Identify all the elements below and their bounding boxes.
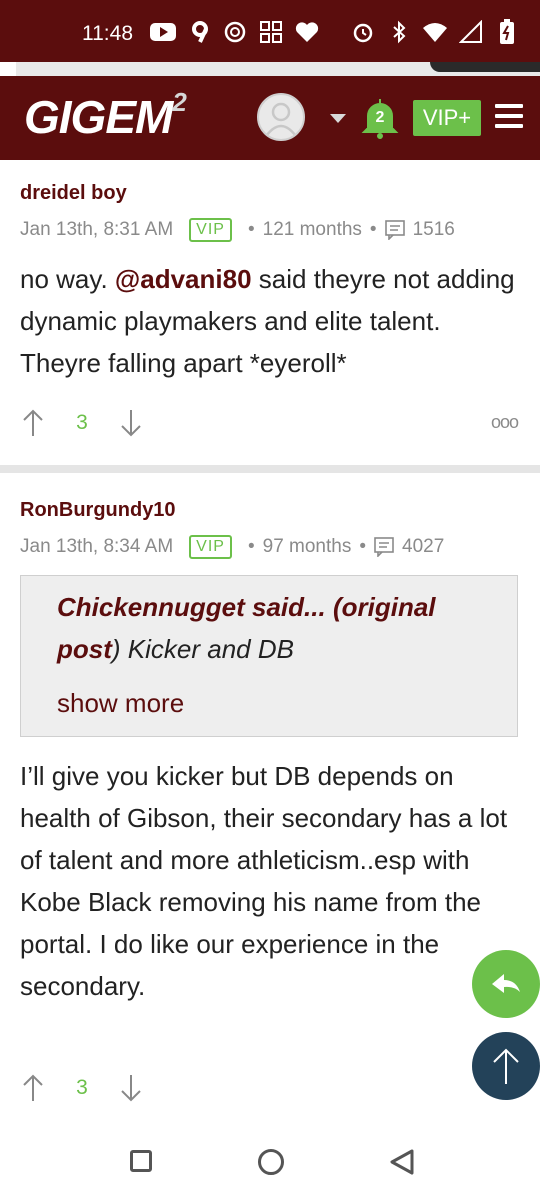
banner-strip: [0, 62, 540, 76]
vote-controls: 3: [20, 408, 144, 438]
openai-icon: [222, 20, 248, 44]
comment-icon: [384, 220, 405, 240]
grid-icon: [258, 20, 284, 44]
post-body: I’ll give you kicker but DB depends on h…: [20, 761, 508, 1001]
heart-icon: [294, 20, 320, 44]
home-icon[interactable]: [258, 1149, 284, 1175]
comment-icon: [374, 537, 394, 557]
notification-count: 2: [375, 109, 385, 126]
arrow-up-icon: [493, 1048, 519, 1084]
site-header: GIGEM2 2 VIP+: [0, 76, 540, 160]
wifi-icon: [422, 20, 448, 44]
post-divider: [0, 465, 540, 473]
more-options-icon[interactable]: ooo: [491, 412, 519, 433]
signal-icon: [458, 20, 484, 44]
post-author[interactable]: dreidel boy: [20, 182, 127, 205]
recents-icon[interactable]: [130, 1150, 152, 1172]
chevron-down-icon[interactable]: [330, 114, 346, 123]
post-meta: Jan 13th, 8:34 AM VIP • 97 months • 4027: [20, 535, 445, 559]
status-time: 11:48: [82, 22, 133, 45]
post-count: 1516: [412, 219, 455, 240]
notification-bell[interactable]: 2: [360, 96, 400, 140]
system-nav-bar: [0, 1120, 540, 1200]
member-tenure: 97 months: [262, 536, 352, 557]
status-bar: 11:48: [0, 0, 540, 62]
reply-icon: [492, 974, 520, 993]
post-author[interactable]: RonBurgundy10: [20, 499, 176, 522]
downvote-icon[interactable]: [118, 1073, 144, 1103]
show-more-link[interactable]: show more: [57, 688, 184, 719]
post-2: RonBurgundy10 Jan 13th, 8:34 AM VIP • 97…: [0, 473, 540, 1113]
status-left-icons: [150, 20, 320, 44]
post-1: dreidel boy Jan 13th, 8:31 AM VIP • 121 …: [0, 160, 540, 465]
vote-controls: 3: [20, 1073, 144, 1103]
menu-icon[interactable]: [495, 104, 523, 128]
vip-plus-button[interactable]: VIP+: [413, 100, 481, 136]
post-body: no way. @advani80 said theyre not adding…: [20, 264, 515, 378]
bluetooth-icon: [386, 20, 412, 44]
quote-author: Chickennugget said...: [57, 592, 326, 622]
status-right-icons: [350, 19, 520, 44]
vote-count: 3: [76, 1076, 88, 1099]
member-tenure: 121 months: [262, 219, 362, 240]
vip-badge: VIP: [189, 535, 232, 559]
logo-superscript: 2: [172, 86, 187, 117]
user-mention[interactable]: @advani80: [115, 264, 252, 294]
scroll-top-button[interactable]: [472, 1032, 540, 1100]
upvote-icon[interactable]: [20, 408, 46, 438]
upvote-icon[interactable]: [20, 1073, 46, 1103]
youtube-icon: [150, 20, 176, 44]
avatar[interactable]: [257, 93, 305, 141]
nine-icon: [186, 20, 212, 44]
site-logo[interactable]: GIGEM2: [24, 86, 187, 144]
downvote-icon[interactable]: [118, 408, 144, 438]
vip-badge: VIP: [189, 218, 232, 242]
post-date: Jan 13th, 8:31 AM: [20, 219, 174, 240]
post-meta: Jan 13th, 8:31 AM VIP • 121 months • 151…: [20, 218, 455, 242]
alarm-icon: [350, 20, 376, 44]
vote-count: 3: [76, 411, 88, 434]
quoted-post: Chickennugget said... (original post) Ki…: [20, 575, 518, 737]
quote-text: Chickennugget said... (original post) Ki…: [57, 592, 436, 664]
post-count: 4027: [402, 536, 445, 557]
logo-text: GIGEM: [24, 91, 173, 143]
battery-icon: [494, 19, 520, 44]
post-date: Jan 13th, 8:34 AM: [20, 536, 174, 557]
reply-button[interactable]: [472, 950, 540, 1018]
back-icon[interactable]: [388, 1148, 416, 1176]
